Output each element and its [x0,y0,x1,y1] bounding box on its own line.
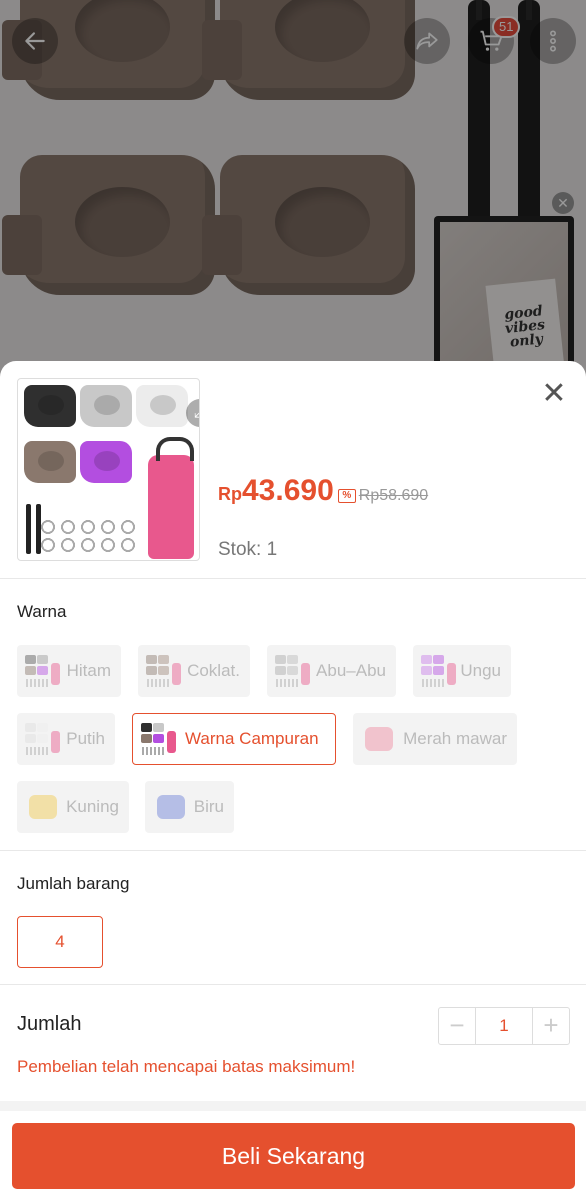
thumb-white-clip [136,385,188,427]
variant-thumb [23,651,61,691]
variant-label: Biru [193,797,224,816]
original-price: Rp58.690 [358,487,429,504]
variant-option-biru[interactable]: Biru [145,781,234,833]
variant-option-hitam[interactable]: Hitam [17,645,121,697]
variant-option-kuning[interactable]: Kuning [17,781,129,833]
buy-now-button[interactable]: Beli Sekarang [12,1123,575,1189]
divider [0,984,586,985]
variant-label: Hitam [66,661,111,680]
thumb-screwdriver [36,504,41,554]
variant-section-title: Warna [17,602,67,621]
thumb-screwdriver [26,504,31,554]
expand-icon[interactable]: ⤢ [186,399,199,427]
variant-option-ungu[interactable]: Ungu [413,645,511,697]
variant-option-abu-abu[interactable]: Abu–Abu [267,645,396,697]
close-icon[interactable]: ✕ [539,379,569,409]
variant-thumb [419,651,456,691]
decrement-button[interactable]: − [439,1008,475,1044]
purchase-limit-message: Pembelian telah mencapai batas maksimum! [17,1057,356,1076]
variant-option-coklat[interactable]: Coklat. [138,645,250,697]
variant-thumb [23,787,60,827]
variant-bottom-sheet: ⤢ Rp 43.690 % Rp58.690 Stok: 1 ✕ Warna H… [0,361,586,1200]
variant-thumb [139,719,179,759]
quantity-input[interactable]: 1 [475,1008,533,1044]
price-row: Rp 43.690 % Rp58.690 [218,474,428,508]
quantity-stepper: − 1 + [438,1007,570,1045]
thumb-black-clip [24,385,76,427]
variant-option-warna-campuran[interactable]: Warna Campuran [132,713,336,765]
variant-thumb [23,719,60,759]
variant-label: Ungu [460,661,501,680]
thumb-springs [38,517,138,553]
price-currency: Rp [218,484,242,504]
variant-label: Kuning [66,797,119,816]
quantity-label: Jumlah [17,1013,82,1035]
variant-label: Merah mawar [403,729,507,748]
variant-label: Putih [66,729,105,748]
thumb-brown-clip [24,441,76,483]
variant-thumb [144,651,181,691]
thumb-gray-clip [80,385,132,427]
variant-label: Coklat. [187,661,240,680]
product-thumbnail[interactable]: ⤢ [17,378,200,561]
item-count-section-title: Jumlah barang [17,874,130,893]
divider [0,578,586,579]
section-divider [0,1101,586,1111]
thumb-purple-clip [80,441,132,483]
promo-tag-icon: % [337,489,356,503]
variant-option-putih[interactable]: Putih [17,713,115,765]
item-count-option[interactable]: 4 [17,916,103,968]
variant-thumb [359,719,397,759]
increment-button[interactable]: + [533,1008,569,1044]
variant-thumb [151,787,188,827]
variant-label: Abu–Abu [316,661,386,680]
variant-label: Warna Campuran [185,729,319,748]
variant-thumb [273,651,310,691]
stock-label: Stok: 1 [218,539,278,560]
divider [0,850,586,851]
thumb-bottle [148,437,194,559]
price-value: 43.690 [242,474,334,507]
variant-option-merah-mawar[interactable]: Merah mawar [353,713,517,765]
